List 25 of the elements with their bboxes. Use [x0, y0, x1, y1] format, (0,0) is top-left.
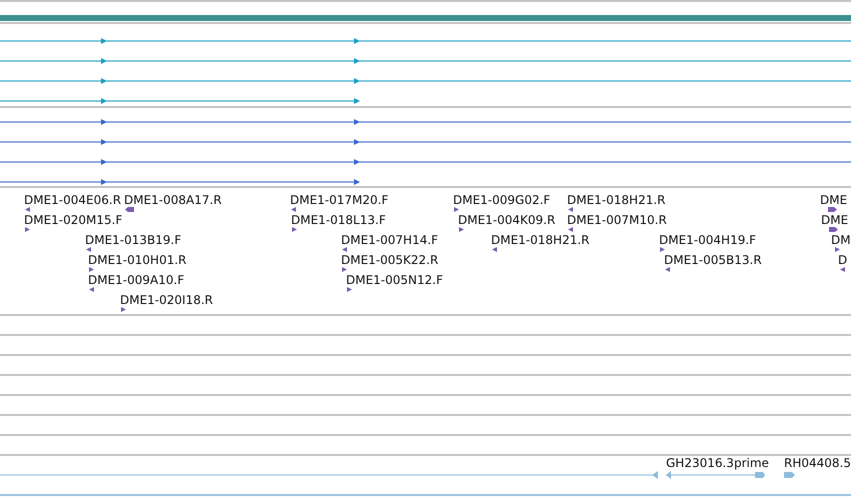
feature-label: DM: [831, 233, 851, 247]
feature-label: DME1-004H19.F: [659, 233, 756, 247]
feature-label: DME1-013B19.F: [85, 233, 182, 247]
feature-label: DME1-005N12.F: [346, 273, 444, 287]
feature-label: DME1-004K09.R: [458, 213, 556, 227]
feature-label: DME: [821, 213, 848, 227]
feature-label: DME1-004E06.R: [24, 193, 122, 207]
feature-label: DME1-009G02.F: [453, 193, 550, 207]
feature-label: D: [838, 253, 848, 267]
feature-label: DME1-010H01.R: [88, 253, 186, 267]
feature-label: DME1-007H14.F: [341, 233, 438, 247]
feature-label: DME1-018L13.F: [291, 213, 386, 227]
feature-label: DME1-020I18.R: [120, 293, 214, 307]
est-label: GH23016.3prime: [666, 456, 769, 470]
feature-label: DME1-018H21.R: [567, 193, 666, 207]
feature-label: DME1-008A17.R: [124, 193, 222, 207]
feature-label: DME1-005B13.R: [664, 253, 762, 267]
feature-label: DME1-007M10.R: [567, 213, 667, 227]
est-label: RH04408.5: [784, 456, 851, 470]
feature-label: DME1-005K22.R: [341, 253, 438, 267]
feature-label: DME1-009A10.F: [88, 273, 184, 287]
feature-label: DME1-017M20.F: [290, 193, 388, 207]
feature-label: DME: [820, 193, 848, 207]
feature-label: DME1-020M15.F: [24, 213, 122, 227]
feature-label: DME1-018H21.R: [491, 233, 590, 247]
